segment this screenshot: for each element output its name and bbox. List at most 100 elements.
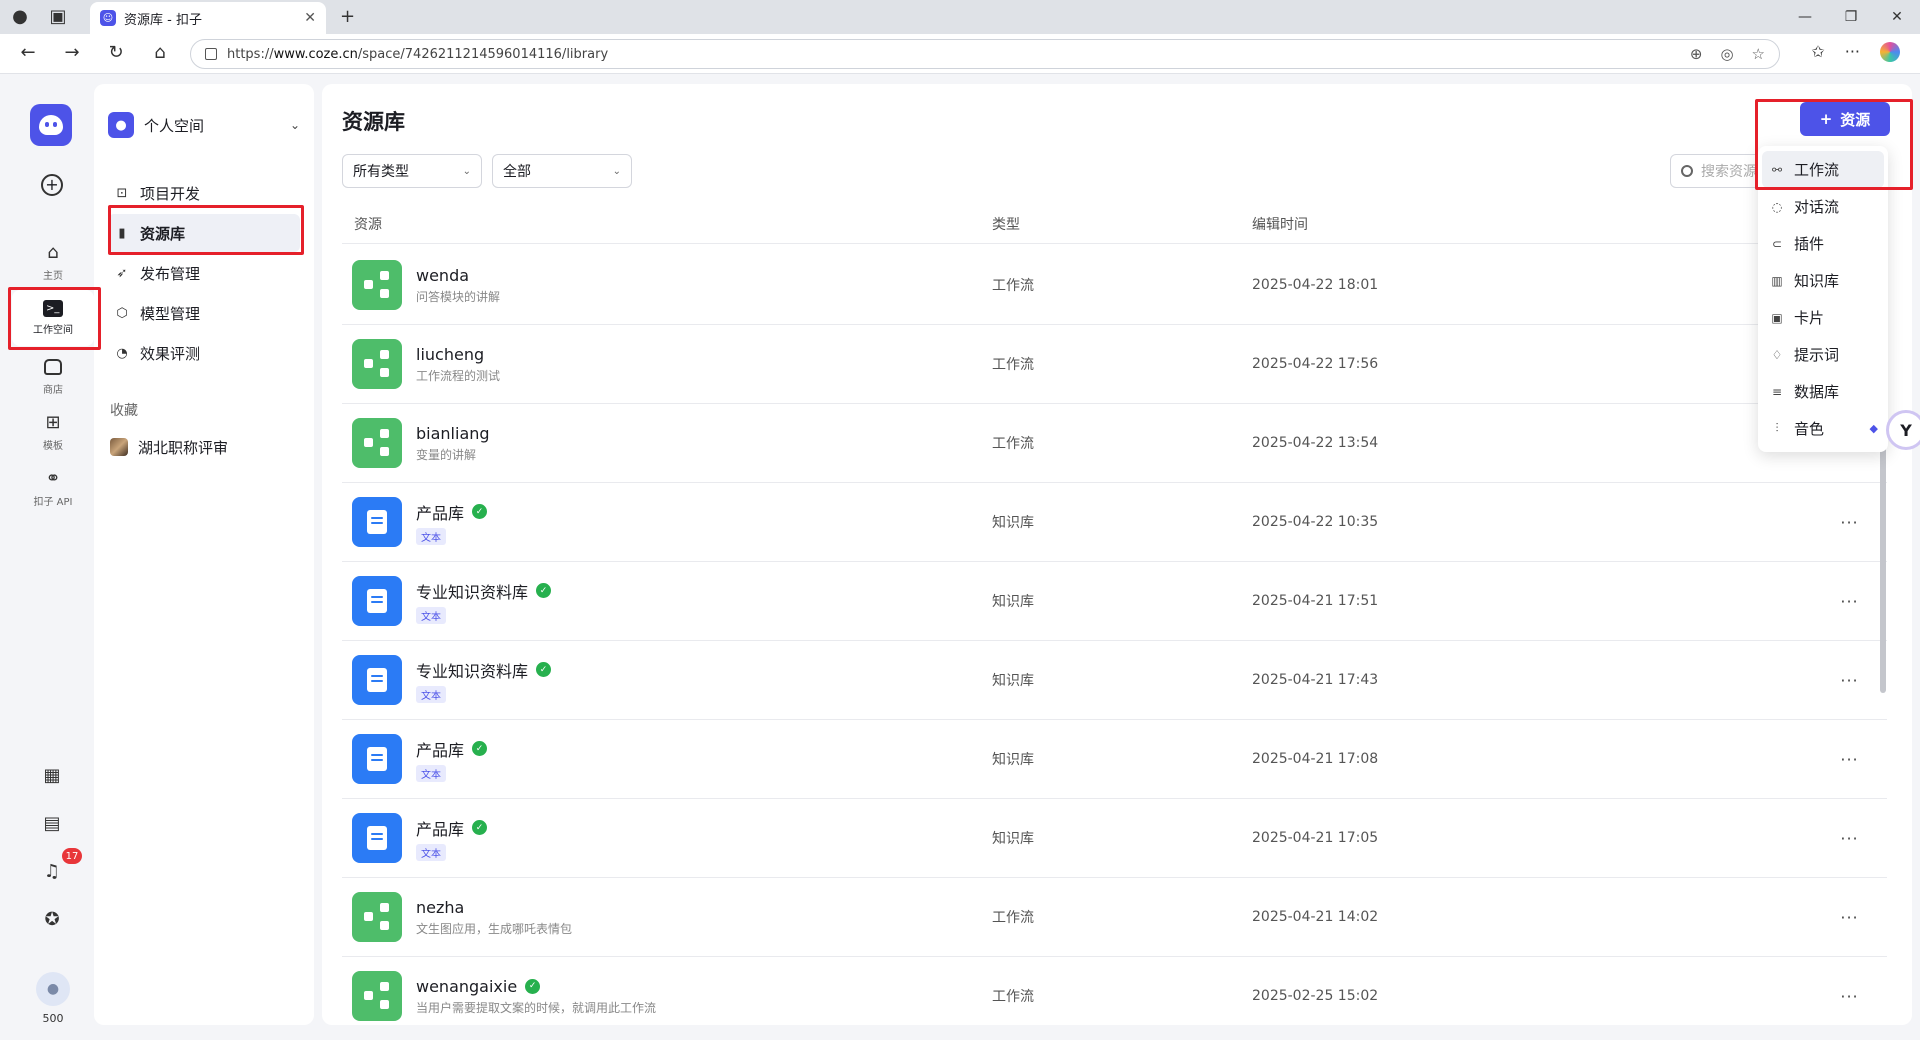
- dropdown-label: 对话流: [1794, 198, 1840, 216]
- translate-icon[interactable]: ◎: [1720, 45, 1733, 63]
- table-row[interactable]: 产品库 ✓ 文本 知识库 2025-04-21 17:05 ···: [342, 799, 1887, 878]
- chevron-down-icon: ⌄: [462, 165, 471, 177]
- user-avatar[interactable]: ●: [36, 972, 70, 1006]
- more-options-icon[interactable]: ···: [1812, 592, 1887, 611]
- table-row[interactable]: 产品库 ✓ 文本 知识库 2025-04-21 17:08 ···: [342, 720, 1887, 799]
- apps-grid-icon[interactable]: ▦: [41, 764, 63, 786]
- scope-filter-value: 全部: [503, 164, 531, 180]
- browser-tab[interactable]: ☺ 资源库 - 扣子 ✕: [90, 2, 326, 34]
- dropdown-item-database[interactable]: ≡ 数据库: [1762, 373, 1884, 410]
- back-icon[interactable]: ←: [16, 42, 40, 63]
- credits-icon[interactable]: ✪: [41, 908, 63, 930]
- resource-type: 工作流: [992, 989, 1034, 1005]
- sidebar-item-evaluation[interactable]: ◔ 效果评测: [108, 334, 300, 372]
- space-selector[interactable]: ● 个人空间 ⌄: [108, 110, 300, 140]
- scrollbar[interactable]: [1880, 440, 1886, 693]
- rail-label: 主页: [43, 270, 63, 282]
- forward-icon[interactable]: →: [60, 42, 84, 63]
- profile-icon[interactable]: ●: [10, 7, 30, 27]
- browser-left-icons: ● ▣: [10, 7, 68, 27]
- verified-check-icon: ✓: [536, 662, 552, 677]
- table-row[interactable]: 产品库 ✓ 文本 知识库 2025-04-22 10:35 ···: [342, 483, 1887, 562]
- dropdown-item-prompt[interactable]: ♢ 提示词: [1762, 336, 1884, 373]
- bell-icon[interactable]: ♫: [41, 860, 63, 882]
- resource-type: 工作流: [992, 910, 1034, 926]
- database-icon: ≡: [1771, 384, 1783, 399]
- sidebar-item-models[interactable]: ⬡ 模型管理: [108, 294, 300, 332]
- favorite-star-icon[interactable]: ☆: [1752, 45, 1765, 63]
- rail-item-store[interactable]: 商店: [12, 348, 94, 404]
- resource-cell: 产品库 ✓ 文本: [342, 734, 992, 784]
- cube-icon: ⬡: [116, 305, 128, 321]
- resource-cell: 专业知识资料库 ✓ 文本: [342, 655, 992, 705]
- menu-dots-icon[interactable]: ···: [1845, 42, 1860, 62]
- dropdown-item-knowledge[interactable]: ▥ 知识库: [1762, 262, 1884, 299]
- rail-item-workspace[interactable]: >_ 工作空间: [12, 290, 94, 346]
- sidebar-item-publish[interactable]: ➶ 发布管理: [108, 254, 300, 292]
- resource-edit-time: 2025-04-21 17:43: [1252, 672, 1379, 688]
- table-row[interactable]: nezha 文生图应用，生成哪吒表情包 工作流 2025-04-21 14:02 ···: [342, 878, 1887, 957]
- link-icon: ⚭: [45, 467, 61, 489]
- add-resource-button[interactable]: + 资源: [1800, 102, 1890, 136]
- dropdown-item-workflow[interactable]: ⚯ 工作流: [1762, 151, 1884, 188]
- chatflow-icon: ◌: [1771, 199, 1783, 214]
- table-row[interactable]: wenangaixie ✓ 当用户需要提取文案的时候，就调用此工作流 工作流 2025-…: [342, 957, 1887, 1025]
- create-plus-icon[interactable]: +: [41, 174, 63, 196]
- dropdown-item-card[interactable]: ▣ 卡片: [1762, 299, 1884, 336]
- more-options-icon[interactable]: ···: [1812, 908, 1887, 927]
- dropdown-label: 数据库: [1794, 383, 1840, 401]
- lock-icon[interactable]: [205, 48, 217, 60]
- dropdown-item-plugin[interactable]: ⊂ 插件: [1762, 225, 1884, 262]
- docs-icon[interactable]: ▤: [41, 812, 63, 834]
- type-filter-select[interactable]: 所有类型 ⌄: [342, 154, 482, 188]
- dropdown-item-voice[interactable]: ⫶ 音色 ◆: [1762, 410, 1884, 447]
- refresh-icon[interactable]: ↻: [104, 42, 128, 63]
- sidebar-item-projects[interactable]: ⊡ 项目开发: [108, 174, 300, 212]
- restore-icon[interactable]: ❐: [1828, 0, 1874, 34]
- column-time: 编辑时间: [1252, 216, 1308, 233]
- tab-actions-icon[interactable]: ▣: [48, 7, 68, 27]
- more-options-icon[interactable]: ···: [1812, 671, 1887, 690]
- more-options-icon[interactable]: ···: [1812, 513, 1887, 532]
- space-name: 个人空间: [144, 116, 205, 135]
- home-icon[interactable]: ⌂: [148, 42, 172, 63]
- table-row[interactable]: 专业知识资料库 ✓ 文本 知识库 2025-04-21 17:51 ···: [342, 562, 1887, 641]
- zoom-icon[interactable]: ⊕: [1690, 45, 1703, 63]
- more-options-icon[interactable]: ···: [1812, 750, 1887, 769]
- dropdown-item-chatflow[interactable]: ◌ 对话流: [1762, 188, 1884, 225]
- resource-type: 知识库: [992, 673, 1034, 689]
- copilot-icon[interactable]: [1880, 42, 1900, 62]
- knowledge-doc-icon: [352, 734, 402, 784]
- table-row[interactable]: 专业知识资料库 ✓ 文本 知识库 2025-04-21 17:43 ···: [342, 641, 1887, 720]
- app-rail: + ⌂ 主页 >_ 工作空间 商店 ⊞ 模板 ⚭ 扣子 API ▦ ▤ ♫ 17…: [10, 84, 96, 1025]
- sidebar-menu: ⊡ 项目开发 ▮ 资源库 ➶ 发布管理 ⬡ 模型管理 ◔ 效果评测: [108, 174, 300, 374]
- rail-item-home[interactable]: ⌂ 主页: [12, 234, 94, 290]
- table-row[interactable]: liucheng 工作流程的测试 工作流 2025-04-22 17:56: [342, 325, 1887, 404]
- address-bar[interactable]: https://www.coze.cn/space/74262112145960…: [190, 39, 1780, 69]
- tab-close-icon[interactable]: ✕: [304, 10, 316, 26]
- browser-tabbar: ● ▣ ☺ 资源库 - 扣子 ✕ + — ❐ ✕: [0, 0, 1920, 34]
- rail-item-templates[interactable]: ⊞ 模板: [12, 404, 94, 460]
- dropdown-label: 插件: [1794, 235, 1825, 253]
- table-row[interactable]: bianliang 变量的讲解 工作流 2025-04-22 13:54: [342, 404, 1887, 483]
- sidebar-item-library[interactable]: ▮ 资源库: [108, 214, 300, 252]
- table-row[interactable]: wenda 问答模块的讲解 工作流 2025-04-22 18:01: [342, 246, 1887, 325]
- assistant-float-icon[interactable]: Y: [1886, 410, 1920, 450]
- verified-check-icon: ✓: [536, 583, 552, 598]
- new-tab-icon[interactable]: +: [340, 6, 355, 27]
- rail-item-api[interactable]: ⚭ 扣子 API: [12, 460, 94, 516]
- more-options-icon[interactable]: ···: [1812, 987, 1887, 1006]
- window-close-icon[interactable]: ✕: [1874, 0, 1920, 34]
- more-options-icon[interactable]: ···: [1812, 829, 1887, 848]
- minimize-icon[interactable]: —: [1782, 0, 1828, 34]
- sidebar-item-label: 项目开发: [140, 184, 201, 203]
- chevron-down-icon: ⌄: [612, 165, 621, 177]
- workflow-icon: [352, 892, 402, 942]
- scope-filter-select[interactable]: 全部 ⌄: [492, 154, 632, 188]
- favorite-item[interactable]: 湖北职称评审: [110, 432, 228, 462]
- resource-cell: bianliang 变量的讲解: [342, 418, 992, 468]
- sidebar-item-label: 效果评测: [140, 344, 201, 363]
- coze-logo[interactable]: [30, 104, 72, 146]
- tab-title: 资源库 - 扣子: [124, 12, 202, 28]
- favorites-list-icon[interactable]: ✩: [1811, 42, 1824, 62]
